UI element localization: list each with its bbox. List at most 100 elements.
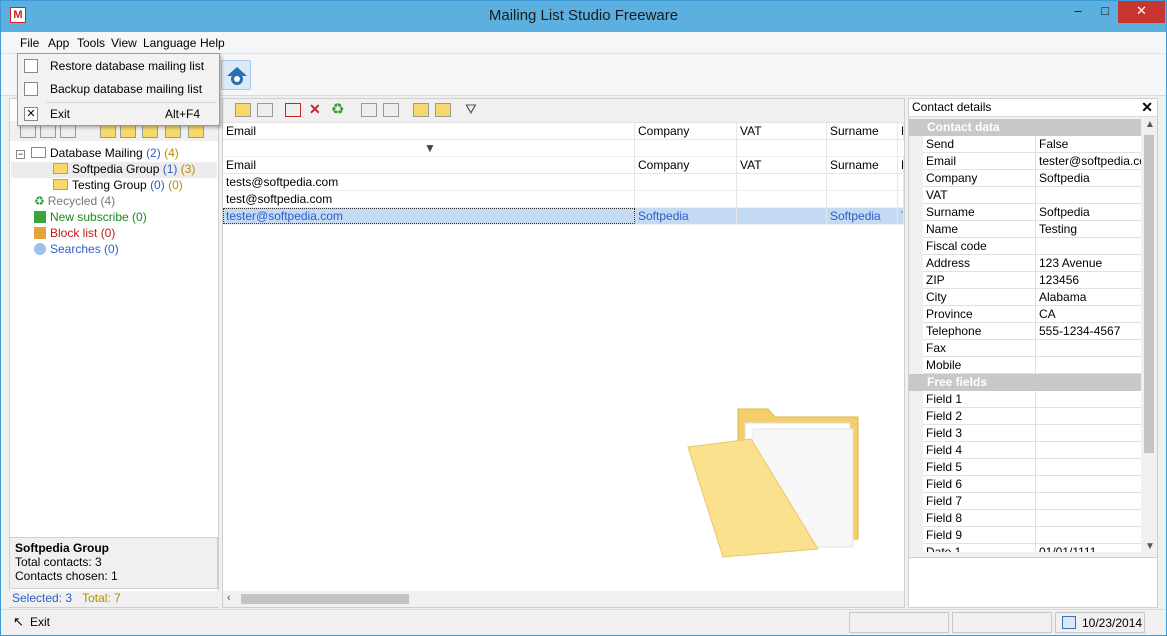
filter-cell[interactable] [635,140,737,156]
recycle-icon[interactable]: ♻ [331,100,344,118]
vertical-scrollbar[interactable]: ▲ ▼ [1141,119,1157,552]
property-value[interactable] [1036,527,1141,544]
tree-block-list[interactable]: Block list (0) [34,226,115,242]
property-value[interactable] [1036,238,1141,255]
property-row[interactable]: Mobile [909,357,1141,374]
property-row[interactable]: VAT [909,187,1141,204]
menu-tools[interactable]: Tools [77,36,105,50]
property-value[interactable] [1036,425,1141,442]
property-row[interactable]: Address 123 Avenue [909,255,1141,272]
property-row[interactable]: Field 6 [909,476,1141,493]
property-row[interactable]: Send False [909,136,1141,153]
edit-icon[interactable] [40,124,56,138]
menu-item-exit[interactable]: ✕ Exit Alt+F4 [19,103,218,125]
menu-help[interactable]: Help [200,36,225,50]
property-row[interactable]: Fiscal code [909,238,1141,255]
property-row[interactable]: Field 8 [909,510,1141,527]
property-value[interactable] [1036,391,1141,408]
property-value[interactable] [1036,357,1141,374]
column-header-vat[interactable]: VAT [737,123,827,139]
property-row[interactable]: Field 2 [909,408,1141,425]
property-value[interactable]: False [1036,136,1141,153]
property-row[interactable]: Fax [909,340,1141,357]
property-value[interactable]: CA [1036,306,1141,323]
column-header-surname[interactable]: Surname [827,123,898,139]
property-value[interactable] [1036,510,1141,527]
filter-cell[interactable] [827,140,898,156]
property-value[interactable] [1036,476,1141,493]
tree-group-testing[interactable]: Testing Group (0) (0) [53,178,183,194]
tree-root-database-mailing[interactable]: − Database Mailing (2) (4) [16,146,179,162]
folder-remove-icon[interactable] [188,124,204,138]
property-value[interactable] [1036,187,1141,204]
property-row[interactable]: Field 9 [909,527,1141,544]
delete-icon[interactable]: ✕ [309,101,321,118]
column-header-company[interactable]: Company [635,157,737,173]
property-row[interactable]: Field 4 [909,442,1141,459]
column-header-name[interactable]: N [898,123,904,139]
section-contact-data[interactable]: Contact data [909,119,1141,136]
property-row[interactable]: Emailtester@softpedia.com [909,153,1141,170]
collapse-icon[interactable]: − [16,150,25,159]
property-value[interactable]: 555-1234-4567 [1036,323,1141,340]
tree-new-subscribe[interactable]: New subscribe (0) [34,210,147,226]
property-row[interactable]: Company Softpedia [909,170,1141,187]
filter-cell[interactable] [737,140,827,156]
tree-group-softpedia[interactable]: Softpedia Group (1) (3) [11,162,217,178]
property-value[interactable]: Softpedia [1036,204,1141,221]
column-header-name[interactable]: N [898,157,904,173]
filter-icon[interactable]: ▼ [223,140,635,156]
scrollbar-thumb[interactable] [1144,135,1154,453]
column-header-surname[interactable]: Surname [827,157,898,173]
property-row[interactable]: Field 3 [909,425,1141,442]
menu-view[interactable]: View [111,36,137,50]
minimize-button[interactable]: – [1064,1,1092,23]
property-row[interactable]: Name Testing [909,221,1141,238]
new-contact-icon[interactable] [235,103,251,117]
close-icon[interactable]: ✕ [1141,99,1153,116]
property-value[interactable] [1036,459,1141,476]
property-value[interactable]: Testing [1036,221,1141,238]
property-value[interactable]: Alabama [1036,289,1141,306]
home-icon[interactable] [221,60,251,90]
folder-icon[interactable] [165,124,181,138]
property-row[interactable]: ZIP 123456 [909,272,1141,289]
property-value[interactable]: 01/01/1111 [1036,544,1141,552]
property-value[interactable]: tester@softpedia.com [1036,153,1141,170]
property-value[interactable]: 123456 [1036,272,1141,289]
property-row[interactable]: Telephone 555-1234-4567 [909,323,1141,340]
property-row[interactable]: Field 7 [909,493,1141,510]
table-row[interactable]: test@softpedia.com [223,191,904,208]
property-row[interactable]: Province CA [909,306,1141,323]
table-row-selected[interactable]: tester@softpedia.com Softpedia Softpedia… [223,208,904,225]
property-value[interactable]: 123 Avenue [1036,255,1141,272]
folder-edit-icon[interactable] [120,124,136,138]
search-icon[interactable] [60,124,76,138]
folder-check-icon[interactable] [100,124,116,138]
menu-file[interactable]: File [20,36,39,50]
column-header-vat[interactable]: VAT [737,157,827,173]
edit-icon[interactable] [361,103,377,117]
add-icon[interactable] [20,124,36,138]
filter-icon[interactable]: ⛛ [465,101,477,118]
menu-item-restore[interactable]: Restore database mailing list [19,55,218,77]
maximize-button[interactable]: □ [1091,1,1119,23]
property-value[interactable]: Softpedia [1036,170,1141,187]
menu-app[interactable]: App [48,36,69,50]
delete-contact-icon[interactable] [285,103,301,117]
scroll-left-icon[interactable]: ‹ [227,592,231,604]
property-value[interactable] [1036,408,1141,425]
property-value[interactable] [1036,442,1141,459]
table-row[interactable]: tests@softpedia.com [223,174,904,191]
scroll-up-icon[interactable]: ▲ [1145,119,1155,130]
property-value[interactable] [1036,340,1141,357]
property-row[interactable]: City Alabama [909,289,1141,306]
column-header-email[interactable]: Email [223,123,635,139]
scrollbar-thumb[interactable] [241,594,409,604]
column-header-email[interactable]: Email [223,157,635,173]
tree-searches[interactable]: Searches (0) [34,242,119,258]
section-free-fields[interactable]: Free fields [909,374,1141,391]
horizontal-scrollbar[interactable]: ‹ [223,591,904,607]
menu-item-backup[interactable]: Backup database mailing list [19,78,218,100]
block-icon[interactable] [383,103,399,117]
